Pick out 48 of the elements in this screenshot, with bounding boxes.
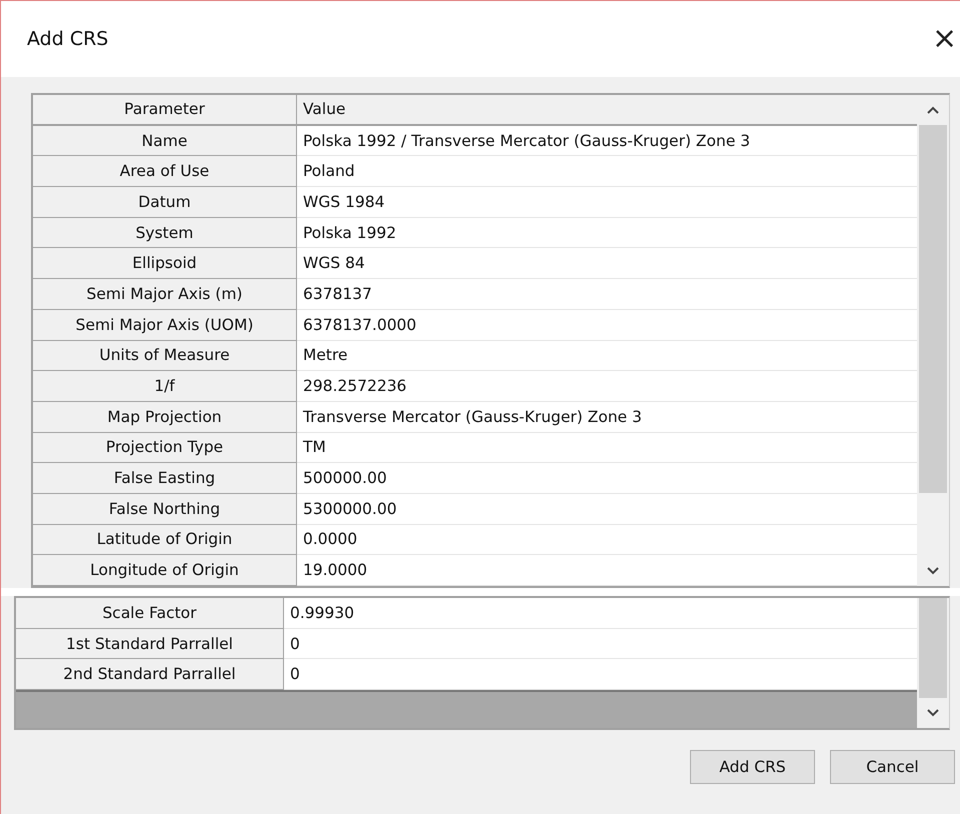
table-cell: Poland [297, 156, 917, 188]
row-header: 1st Standard Parrallel [16, 628, 284, 660]
table-cell: 0.99930 [284, 598, 917, 629]
scrollbar-thumb[interactable] [919, 125, 947, 493]
scrollbar[interactable] [917, 95, 949, 586]
row-header: Map Projection [33, 402, 297, 433]
table-cell: Transverse Mercator (Gauss-Kruger) Zone 3 [297, 402, 917, 433]
row-header: Projection Type [33, 432, 297, 464]
table-cell: 19.0000 [297, 555, 917, 586]
row-header: Scale Factor [16, 598, 284, 629]
table-cell: 298.2572236 [297, 371, 917, 402]
table-cell: 6378137.0000 [297, 310, 917, 340]
table-cell: Metre [297, 340, 917, 372]
close-button[interactable]: × [932, 24, 960, 54]
row-header: False Northing [33, 494, 297, 525]
scroll-down-icon[interactable] [926, 708, 940, 718]
scroll-up-icon[interactable] [926, 105, 940, 115]
table-cell: 500000.00 [297, 463, 917, 494]
column-header[interactable]: Parameter [33, 95, 297, 126]
row-header: Longitude of Origin [33, 555, 297, 586]
table-cell: 0.0000 [297, 524, 917, 556]
row-header: Ellipsoid [33, 248, 297, 280]
table-cell: WGS 84 [297, 248, 917, 280]
row-header: Semi Major Axis (UOM) [33, 310, 297, 340]
row-header: Latitude of Origin [33, 524, 297, 556]
window-title: Add CRS [27, 28, 108, 50]
table-cell: WGS 1984 [297, 187, 917, 218]
scrollbar[interactable] [917, 598, 949, 728]
cancel-button[interactable]: Cancel [830, 750, 955, 784]
row-header: Area of Use [33, 156, 297, 188]
table-cell: Polska 1992 [297, 218, 917, 248]
row-header: System [33, 218, 297, 248]
table-cell: 0 [284, 628, 917, 660]
row-header: False Easting [33, 463, 297, 494]
add-crs-button[interactable]: Add CRS [690, 750, 815, 784]
row-header: Name [33, 126, 297, 156]
row-header: 1/f [33, 371, 297, 402]
table-cell: 6378137 [297, 279, 917, 310]
column-header[interactable]: Value [297, 95, 917, 126]
table-cell: Polska 1992 / Transverse Mercator (Gauss-Kruger) Zone 3 [297, 126, 917, 156]
table-cell: 5300000.00 [297, 494, 917, 525]
row-header: Semi Major Axis (m) [33, 279, 297, 310]
table-cell: TM [297, 432, 917, 464]
row-header: 2nd Standard Parrallel [16, 659, 284, 690]
row-header: Units of Measure [33, 340, 297, 372]
scrollbar-thumb[interactable] [919, 598, 947, 698]
scroll-down-icon[interactable] [926, 566, 940, 576]
row-header: Datum [33, 187, 297, 218]
